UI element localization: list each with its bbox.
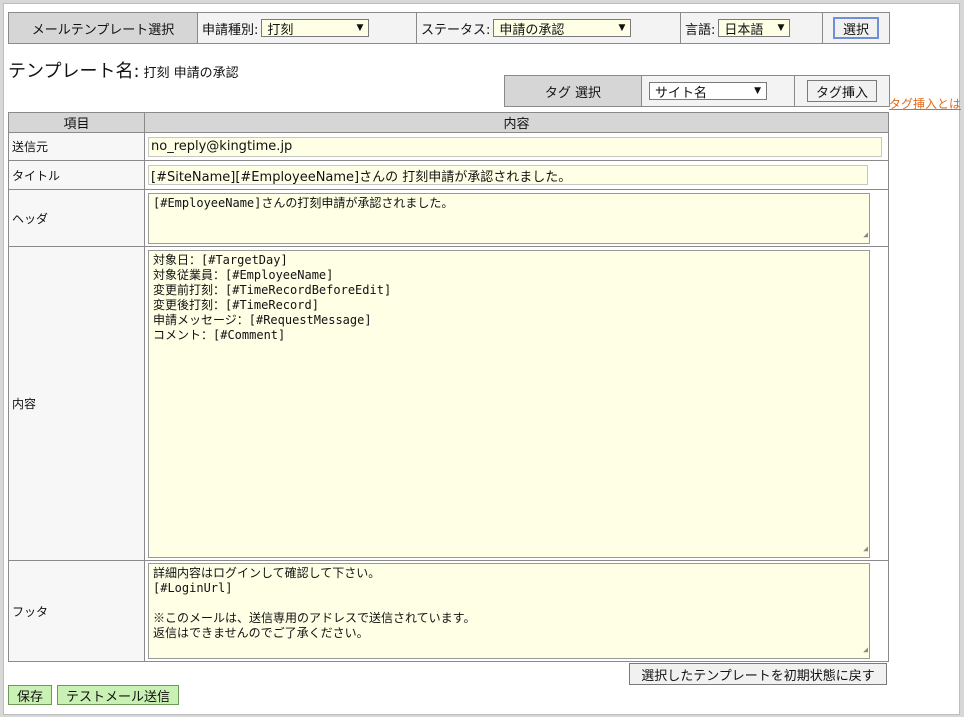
tag-insert-button[interactable]: タグ挿入 <box>806 80 877 102</box>
language-cell: 言語: 日本語 ▼ <box>681 13 823 43</box>
sender-label: 送信元 <box>8 132 145 161</box>
footer-cell: 詳細内容はログインして確認して下さい。 [#LoginUrl] ※このメールは、… <box>144 560 889 662</box>
template-name-label: テンプレート名: <box>8 61 140 82</box>
save-button[interactable]: 保存 <box>8 685 53 705</box>
status-value: 申請の承認 <box>499 22 565 38</box>
chevron-down-icon: ▼ <box>754 86 761 96</box>
footer-textarea[interactable]: 詳細内容はログインして確認して下さい。 [#LoginUrl] ※このメールは、… <box>148 563 870 659</box>
column-header-item: 項目 <box>8 112 145 133</box>
template-name-value: 打刻 申請の承認 <box>143 66 239 81</box>
chevron-down-icon: ▼ <box>777 23 785 33</box>
table-row: 送信元 no_reply@kingtime.jp <box>8 132 889 161</box>
title-label: タイトル <box>8 160 145 190</box>
tag-select-value: サイト名 <box>655 85 708 101</box>
body-textarea[interactable]: 対象日：[#TargetDay] 対象従業員：[#EmployeeName] 変… <box>148 249 870 558</box>
bottom-actions: 保存 テストメール送信 <box>8 685 180 705</box>
template-editor-table: 項目 内容 送信元 no_reply@kingtime.jp タイトル [#Si… <box>8 112 889 662</box>
test-mail-button[interactable]: テストメール送信 <box>57 685 180 705</box>
language-value: 日本語 <box>724 22 764 38</box>
resize-grip-icon[interactable]: ◢ <box>863 642 868 657</box>
resize-grip-icon[interactable]: ◢ <box>863 227 868 242</box>
status-cell: ステータス: 申請の承認 ▼ <box>417 13 681 43</box>
select-button-cell: 選択 <box>823 13 889 43</box>
footer-text: 詳細内容はログインして確認して下さい。 [#LoginUrl] ※このメールは、… <box>153 566 476 640</box>
application-type-label: 申請種別: <box>202 22 259 38</box>
table-row: タイトル [#SiteName][#EmployeeName]さんの 打刻申請が… <box>8 160 889 190</box>
header-cell: [#EmployeeName]さんの打刻申請が承認されました。 ◢ <box>144 189 889 247</box>
header-label: ヘッダ <box>8 189 145 247</box>
selector-header: メールテンプレート選択 <box>9 13 198 43</box>
footer-label: フッタ <box>8 560 145 662</box>
table-row: 内容 対象日：[#TargetDay] 対象従業員：[#EmployeeName… <box>8 246 889 561</box>
template-selector-bar: メールテンプレート選択 申請種別: 打刻 ▼ ステータス: 申請の承認 ▼ 言語… <box>8 12 890 44</box>
page: メールテンプレート選択 申請種別: 打刻 ▼ ステータス: 申請の承認 ▼ 言語… <box>3 3 961 715</box>
sender-input[interactable]: no_reply@kingtime.jp <box>148 136 882 157</box>
language-label: 言語: <box>685 22 716 38</box>
template-name: テンプレート名: 打刻 申請の承認 <box>8 57 239 83</box>
reset-template-button[interactable]: 選択したテンプレートを初期状態に戻す <box>629 663 887 685</box>
application-type-select[interactable]: 打刻 ▼ <box>261 19 370 38</box>
tag-select[interactable]: サイト名 ▼ <box>649 82 767 101</box>
tag-insert-cell: タグ挿入 <box>795 76 889 106</box>
chevron-down-icon: ▼ <box>618 23 626 33</box>
tag-header: タグ 選択 <box>505 76 642 106</box>
status-label: ステータス: <box>421 22 491 38</box>
tag-selector-bar: タグ 選択 サイト名 ▼ タグ挿入 <box>504 75 890 107</box>
title-cell: [#SiteName][#EmployeeName]さんの 打刻申請が承認されま… <box>144 160 889 190</box>
sender-cell: no_reply@kingtime.jp <box>144 132 889 161</box>
title-input[interactable]: [#SiteName][#EmployeeName]さんの 打刻申請が承認されま… <box>148 165 868 185</box>
language-select[interactable]: 日本語 ▼ <box>718 19 791 38</box>
table-header-row: 項目 内容 <box>8 112 889 133</box>
select-button[interactable]: 選択 <box>832 17 879 39</box>
application-type-value: 打刻 <box>267 22 294 38</box>
resize-grip-icon[interactable]: ◢ <box>863 541 868 556</box>
body-text: 対象日：[#TargetDay] 対象従業員：[#EmployeeName] 変… <box>153 252 392 342</box>
application-type-cell: 申請種別: 打刻 ▼ <box>198 13 417 43</box>
header-textarea[interactable]: [#EmployeeName]さんの打刻申請が承認されました。 ◢ <box>148 192 870 244</box>
column-header-content: 内容 <box>144 112 889 133</box>
status-select[interactable]: 申請の承認 ▼ <box>493 19 632 38</box>
body-label: 内容 <box>8 246 145 561</box>
tag-help-link[interactable]: タグ挿入とは <box>889 95 961 112</box>
header-text: [#EmployeeName]さんの打刻申請が承認されました。 <box>153 195 454 210</box>
table-row: フッタ 詳細内容はログインして確認して下さい。 [#LoginUrl] ※このメ… <box>8 560 889 662</box>
table-row: ヘッダ [#EmployeeName]さんの打刻申請が承認されました。 ◢ <box>8 189 889 247</box>
tag-dropdown-cell: サイト名 ▼ <box>642 76 795 106</box>
body-cell: 対象日：[#TargetDay] 対象従業員：[#EmployeeName] 変… <box>144 246 889 561</box>
chevron-down-icon: ▼ <box>356 23 364 33</box>
